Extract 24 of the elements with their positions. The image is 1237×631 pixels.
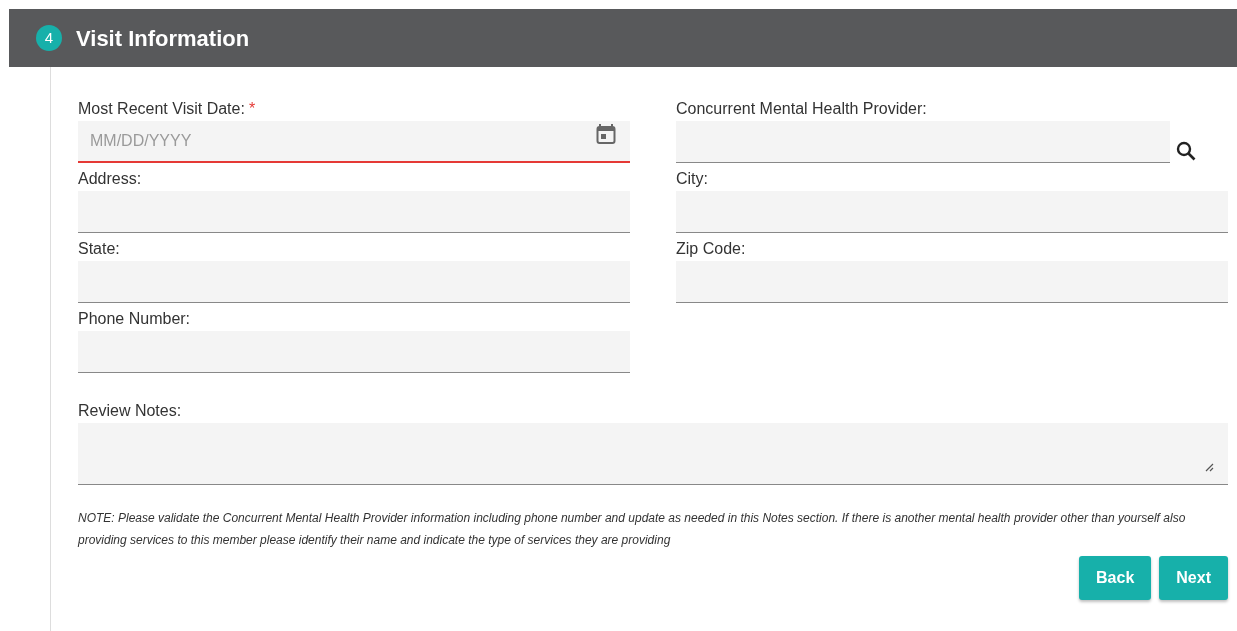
next-button[interactable]: Next	[1159, 556, 1228, 600]
field-label: Review Notes:	[78, 401, 182, 421]
calendar-icon[interactable]	[596, 123, 616, 145]
search-icon[interactable]	[1176, 141, 1196, 161]
field-label: City:	[676, 169, 708, 189]
note-text: NOTE: Please validate the Concurrent Mental Health Provider information including phone number and update as needed in this Notes section. If there is another mental health provider other than yourself also providing services to this member please identify their name and indicate the type of services they are providing	[78, 510, 1187, 549]
back-button[interactable]: Back	[1079, 556, 1152, 600]
input-field[interactable]	[78, 191, 630, 233]
field-label: Phone Number:	[78, 309, 191, 329]
input-field[interactable]	[676, 191, 1228, 233]
field-label: Most Recent Visit Date: *	[78, 99, 256, 119]
provider-field[interactable]	[676, 121, 1170, 163]
step-number: 4	[36, 25, 62, 51]
field-label: Zip Code:	[676, 239, 746, 259]
field-label: Concurrent Mental Health Provider:	[676, 99, 927, 119]
resize-icon	[1205, 463, 1214, 472]
notes-field[interactable]	[78, 423, 1228, 485]
input-field[interactable]	[676, 261, 1228, 303]
field-label: State:	[78, 239, 120, 259]
input-field[interactable]	[78, 261, 630, 303]
date-field[interactable]: MM/DD/YYYY	[78, 121, 630, 163]
input-field[interactable]	[78, 331, 630, 373]
field-label: Address:	[78, 169, 142, 189]
section-title: Visit Information	[76, 24, 250, 53]
